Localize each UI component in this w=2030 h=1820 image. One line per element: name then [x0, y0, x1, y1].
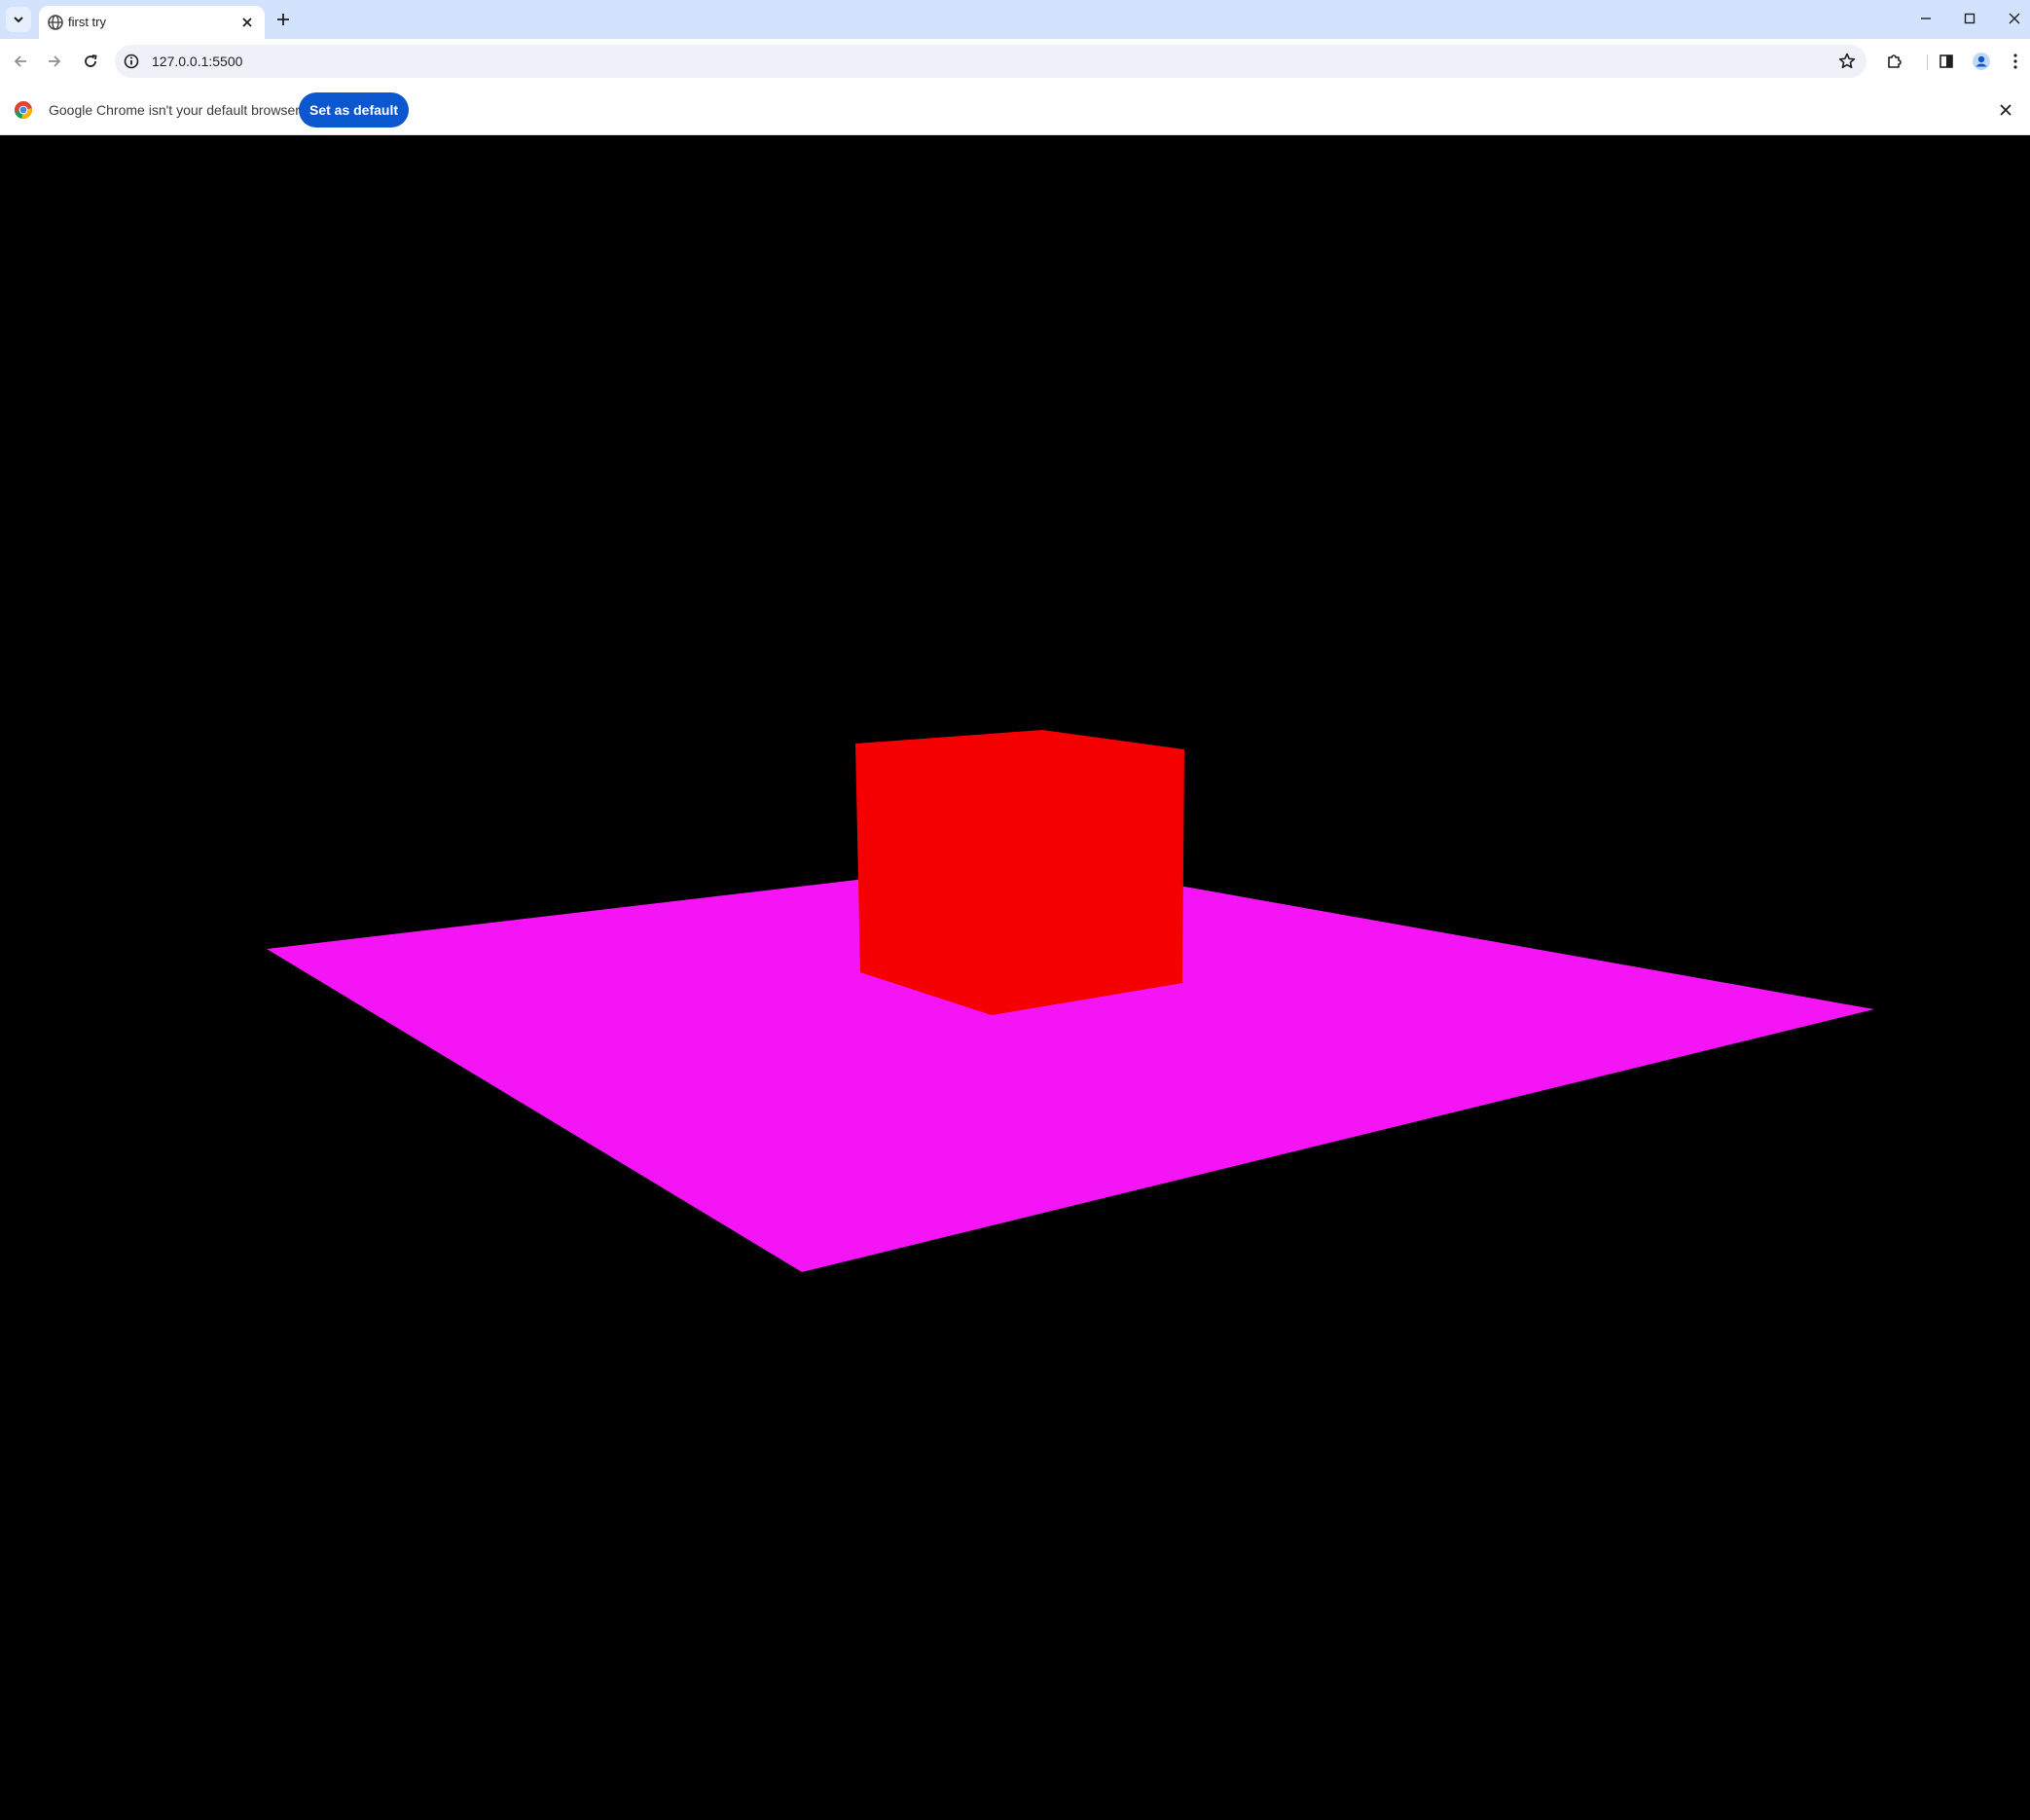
chevron-down-icon	[14, 17, 23, 23]
3d-scene-canvas[interactable]	[0, 135, 2030, 1820]
reload-icon	[85, 55, 97, 67]
maximize-icon	[1964, 13, 1976, 24]
reload-button[interactable]	[78, 49, 103, 74]
profile-icon	[1973, 53, 1990, 70]
set-as-default-button[interactable]: Set as default	[299, 92, 409, 127]
default-browser-infobar: Google Chrome isn't your default browser…	[0, 83, 2030, 135]
profile-button[interactable]	[1969, 49, 1994, 74]
puzzle-icon	[1888, 55, 1902, 68]
forward-button[interactable]	[42, 49, 67, 74]
close-icon	[2000, 104, 2012, 116]
close-icon	[2009, 13, 2020, 24]
tab-search-button[interactable]	[6, 7, 31, 32]
window-close-button[interactable]	[2000, 6, 2029, 31]
info-icon[interactable]	[123, 53, 140, 70]
globe-icon	[48, 15, 63, 30]
tab-close-button[interactable]	[237, 13, 257, 32]
minimize-button[interactable]	[1911, 6, 1940, 31]
chrome-logo-icon	[14, 100, 33, 119]
minimize-icon	[1921, 18, 1931, 19]
infobar-message: Google Chrome isn't your default browser	[49, 102, 300, 118]
toolbar-separator	[1927, 55, 1928, 70]
address-bar[interactable]: 127.0.0.1:5500	[115, 45, 1867, 78]
close-icon	[242, 18, 252, 27]
toolbar: 127.0.0.1:5500	[0, 39, 2030, 83]
back-button[interactable]	[8, 49, 33, 74]
cube-front-face	[855, 730, 1184, 1015]
arrow-left-icon	[14, 55, 26, 67]
new-tab-button[interactable]	[272, 9, 294, 30]
kebab-menu-icon	[2013, 54, 2017, 69]
plus-icon	[277, 14, 289, 25]
star-icon[interactable]	[1837, 52, 1857, 71]
tab-title: first try	[68, 15, 106, 29]
side-panel-button[interactable]	[1934, 49, 1959, 74]
tab-strip: first try	[0, 0, 2030, 39]
tab-active[interactable]: first try	[39, 6, 265, 39]
infobar-close-button[interactable]	[1995, 99, 2016, 121]
url-text[interactable]: 127.0.0.1:5500	[152, 54, 242, 69]
arrow-right-icon	[49, 55, 61, 67]
chrome-menu-button[interactable]	[2003, 49, 2028, 74]
side-panel-icon	[1939, 55, 1953, 68]
browser-window: first try 127.0.0.1:5500 Google Chrome i…	[0, 0, 2030, 1820]
maximize-button[interactable]	[1955, 6, 1984, 31]
page-content	[0, 135, 2030, 1820]
extensions-button[interactable]	[1882, 49, 1907, 74]
